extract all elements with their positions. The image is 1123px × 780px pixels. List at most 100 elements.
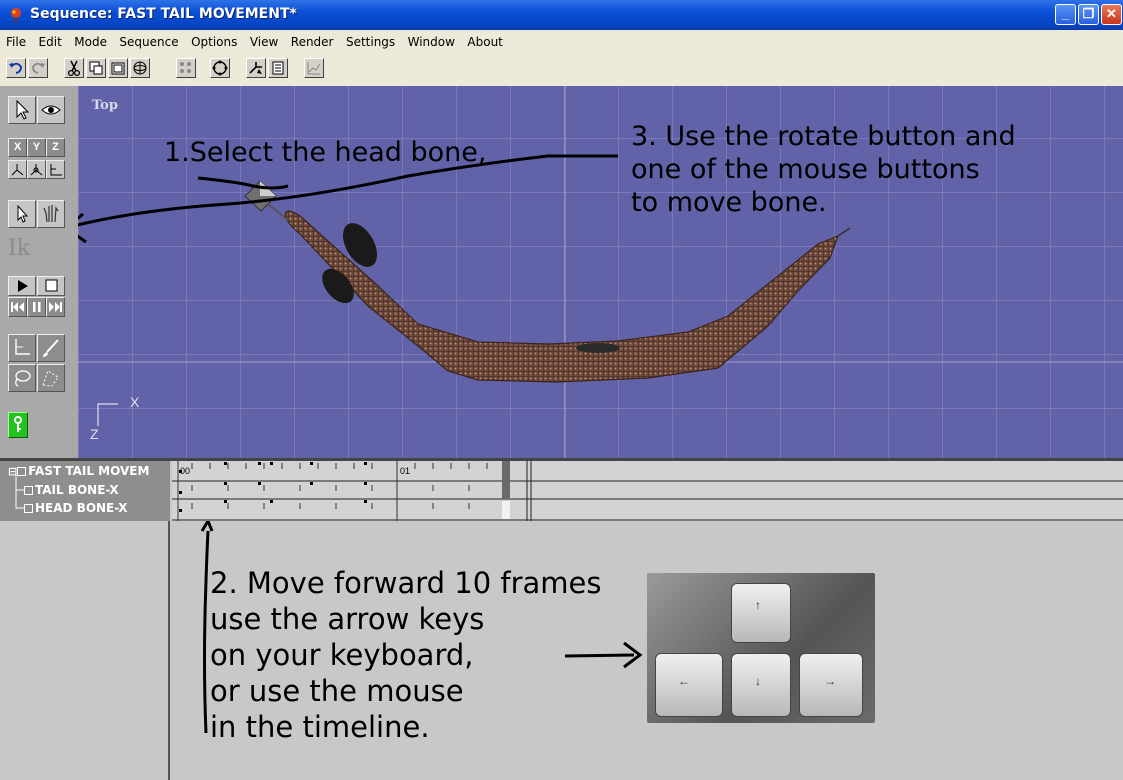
key-frame-button[interactable] (8, 412, 28, 438)
dotted-region-icon (42, 370, 59, 387)
timeline-ruler[interactable]: 00 01 (172, 461, 1123, 521)
restore-button[interactable]: ❐ (1078, 4, 1099, 25)
annotation-arrow-1 (197, 176, 289, 190)
track-tail-bone[interactable]: TAIL BONE-X (24, 483, 119, 497)
play-button[interactable] (8, 276, 36, 296)
menu-file[interactable]: File (0, 30, 30, 54)
track-list-empty (0, 521, 170, 780)
timeline-mark-01: 01 (400, 466, 411, 476)
track-root-label: FAST TAIL MOVEM (28, 464, 150, 478)
list-icon (272, 61, 284, 75)
lasso-tool-button[interactable] (8, 364, 36, 392)
rewind-button[interactable] (8, 297, 27, 317)
timeline-grid (172, 461, 1123, 521)
stop-icon (45, 279, 58, 292)
down-arrow-icon: ↓ (755, 674, 761, 688)
step2-annotation: 2. Move forward 10 frames use the arrow … (210, 566, 602, 744)
fast-forward-button[interactable] (46, 297, 65, 317)
dots-button[interactable] (176, 58, 196, 78)
axis-y-toggle[interactable]: Y (27, 138, 46, 157)
axis-x-label: X (130, 394, 140, 410)
axis-local-button[interactable] (27, 160, 46, 179)
app-icon (11, 8, 21, 23)
rotate-view-button[interactable] (210, 58, 230, 78)
rotate-circle-icon (212, 60, 228, 76)
title-bar: Sequence: FAST TAIL MOVEMENT* _ ❐ ✕ (0, 0, 1123, 30)
timeline-mark-00: 00 (180, 466, 191, 476)
up-arrow-key: ↑ (731, 583, 791, 643)
bone-select-button[interactable] (8, 200, 36, 228)
menu-settings[interactable]: Settings (342, 30, 399, 54)
joint-tool-button[interactable] (8, 334, 36, 362)
right-arrow-icon: → (824, 674, 836, 688)
graph-icon (307, 62, 321, 75)
lasso-icon (15, 370, 31, 387)
menu-options[interactable]: Options (187, 30, 241, 54)
viewport-top[interactable]: Top X Z 1.Select the head bone, 3. Use t… (78, 86, 1123, 458)
pause-icon (33, 302, 41, 312)
track-head-bone[interactable]: HEAD BONE-X (24, 501, 128, 515)
select-tool-button[interactable] (8, 96, 36, 124)
paste-button[interactable] (108, 58, 128, 78)
copy-icon (89, 61, 103, 75)
menu-sequence[interactable]: Sequence (115, 30, 182, 54)
snap-button[interactable] (246, 58, 266, 78)
ik-toggle[interactable]: Ik (8, 236, 36, 262)
paint-brush-icon (43, 339, 59, 357)
step1-annotation: 1.Select the head bone, (164, 137, 487, 168)
arrow-keys-photo: ↑ ← ↓ → (647, 573, 875, 723)
axis-world-button[interactable] (8, 160, 27, 179)
play-icon (18, 280, 28, 292)
undo-icon (9, 62, 22, 74)
menu-window[interactable]: Window (404, 30, 459, 54)
pause-button[interactable] (27, 297, 46, 317)
cut-button[interactable] (64, 58, 84, 78)
menu-view[interactable]: View (246, 30, 282, 54)
sphere-button[interactable] (130, 58, 150, 78)
undo-button[interactable] (6, 58, 26, 78)
menu-bar: File Edit Mode Sequence Options View Ren… (0, 30, 1123, 54)
axis-x-toggle[interactable]: X (8, 138, 27, 157)
view-tool-button[interactable] (37, 96, 65, 124)
graph-button[interactable] (304, 58, 324, 78)
hand-rotate-icon (43, 205, 59, 223)
arrow-cursor-icon (16, 99, 30, 120)
menu-edit[interactable]: Edit (35, 30, 66, 54)
fast-forward-icon (49, 302, 62, 312)
copy-button[interactable] (86, 58, 106, 78)
track-list: ⊟ FAST TAIL MOVEM TAIL BONE-X HEAD BONE-X (0, 461, 170, 521)
right-arrow-key: → (799, 653, 863, 717)
left-arrow-key: ← (655, 653, 723, 717)
stop-button[interactable] (37, 276, 65, 296)
dots-grid-icon (180, 62, 191, 73)
left-arrow-icon: ← (678, 674, 690, 688)
track-tail-label: TAIL BONE-X (35, 483, 119, 497)
rewind-icon (11, 302, 24, 312)
paste-icon (111, 62, 125, 75)
snap-arrow-icon (249, 62, 262, 74)
arrow-select-icon (17, 204, 29, 223)
redo-button[interactable] (28, 58, 48, 78)
minimize-button[interactable]: _ (1055, 4, 1076, 25)
axes-local-icon (30, 164, 43, 176)
up-arrow-icon: ↑ (755, 598, 761, 612)
rotate-bone-button[interactable] (37, 200, 65, 228)
scissors-icon (67, 60, 81, 77)
axis-screen-button[interactable] (46, 160, 65, 179)
brush-tool-button[interactable] (37, 334, 65, 362)
list-button[interactable] (268, 58, 288, 78)
region-tool-button[interactable] (37, 364, 65, 392)
down-arrow-key: ↓ (731, 653, 791, 717)
eye-icon (41, 105, 61, 115)
bone-joint-icon (15, 339, 30, 355)
close-button[interactable]: ✕ (1101, 4, 1122, 25)
lizard-model[interactable] (284, 210, 851, 383)
playhead[interactable] (502, 461, 510, 499)
menu-mode[interactable]: Mode (70, 30, 111, 54)
track-head-label: HEAD BONE-X (35, 501, 128, 515)
menu-render[interactable]: Render (287, 30, 338, 54)
axis-z-toggle[interactable]: Z (46, 138, 65, 157)
redo-icon (32, 62, 45, 74)
toolbar (0, 54, 1123, 86)
menu-about[interactable]: About (463, 30, 506, 54)
